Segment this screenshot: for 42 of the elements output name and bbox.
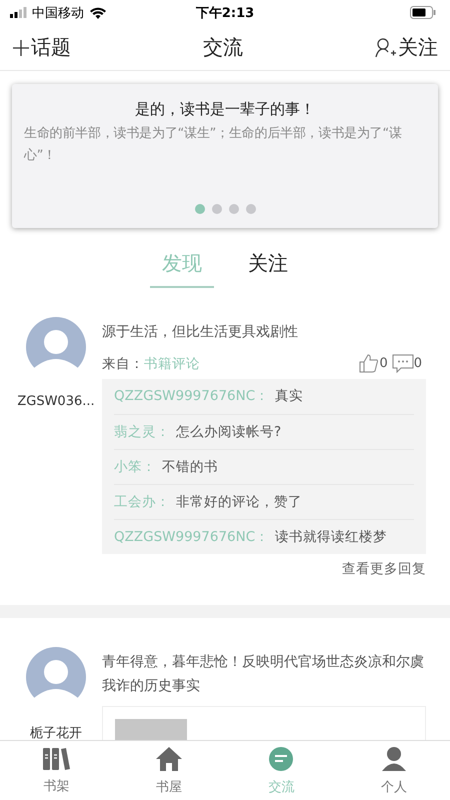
feed-tab[interactable]: 关注 [236, 248, 300, 288]
banner-text: 生命的前半部，读书是为了“谋生”；生命的后半部，读书是为了“谋心”！ [24, 125, 403, 165]
clock-time: 下午2:13 [196, 4, 254, 22]
page-dot[interactable] [212, 204, 222, 214]
page-dot[interactable] [194, 204, 204, 214]
add-user-icon [375, 38, 397, 58]
more-replies-link[interactable]: 查看更多回复 [342, 561, 426, 577]
tab-bar-item[interactable]: 个人 [338, 741, 450, 800]
comment-count: 0 [414, 356, 422, 371]
reply-text: 读书就得读红楼梦 [275, 529, 388, 545]
page-dot[interactable] [246, 204, 256, 214]
page-dot[interactable] [228, 204, 238, 214]
comment-icon[interactable] [392, 354, 414, 373]
reply-text: 怎么办阅读帐号? [176, 424, 282, 440]
avatar-icon [25, 646, 87, 708]
tab-bar-item[interactable]: 书架 [0, 741, 112, 800]
tab-bar-item[interactable]: 书屋 [112, 741, 225, 800]
follow-button[interactable]: 关注 [375, 34, 438, 61]
signal-icon [10, 7, 27, 18]
carrier-name: 中国移动 [32, 4, 84, 22]
source-label: 来自： [102, 354, 144, 372]
bookshelf-icon [42, 746, 70, 770]
house-icon [154, 746, 183, 772]
chat-icon [268, 746, 294, 772]
page-title: 交流 [203, 34, 243, 61]
banner-card[interactable]: 是的，读书是一辈子的事！ 生命的前半部，读书是为了“谋生”；生命的后半部，读书是为了“谋心”！ [12, 84, 438, 228]
new-topic-button[interactable]: 话题 [12, 34, 71, 61]
user-name[interactable]: ZGSW036... [17, 394, 95, 409]
plus-icon [12, 38, 30, 56]
reply-text: 非常好的评论，赞了 [176, 494, 302, 510]
post-text: 青年得意，暮年悲怆！反映明代官场世态炎凉和尔虞我诈的历史事实 [102, 653, 425, 696]
banner-title: 是的，读书是一辈子的事！ [135, 100, 315, 119]
post-text: 源于生活，但比生活更具戏剧性 [102, 323, 299, 342]
thumbs-up-icon[interactable] [359, 354, 380, 373]
avatar-icon [25, 316, 87, 378]
reply-text: 真实 [275, 388, 304, 404]
person-icon [380, 746, 407, 772]
wifi-icon [90, 6, 106, 18]
like-count: 0 [379, 356, 388, 371]
battery-icon [410, 6, 436, 19]
user-name[interactable]: 栀子花开 [30, 724, 82, 740]
reply-text: 不错的书 [162, 459, 218, 475]
